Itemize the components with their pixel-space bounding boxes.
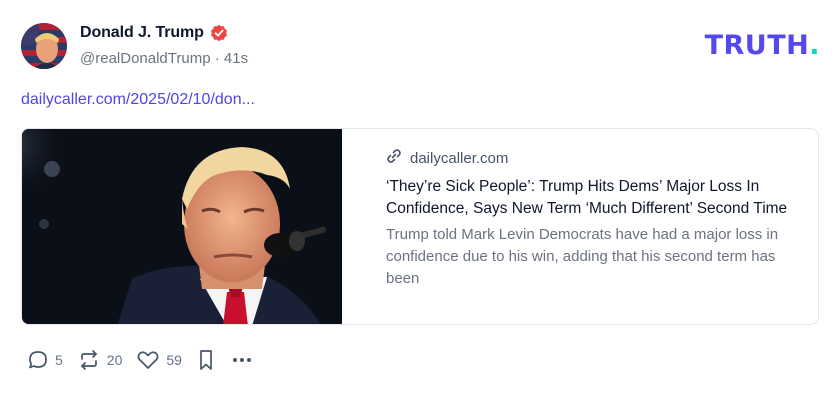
card-summary: Trump told Mark Levin Democrats have had…: [386, 226, 779, 287]
link-icon: [386, 148, 402, 168]
heart-icon: [136, 349, 160, 371]
author-name-text: Donald J. Trump: [80, 24, 204, 41]
avatar[interactable]: [21, 23, 67, 69]
like-count: 59: [166, 352, 182, 368]
meta-separator: ·: [214, 50, 220, 67]
like-button[interactable]: 59: [136, 349, 182, 371]
card-image: [22, 129, 342, 324]
author-name[interactable]: Donald J. Trump: [80, 24, 228, 42]
bookmark-icon: [196, 349, 216, 371]
truth-logo[interactable]: TRUTH.: [705, 30, 820, 61]
author-handle[interactable]: @realDonaldTrump: [80, 50, 211, 67]
retruth-count: 20: [106, 352, 123, 368]
logo-dot: .: [809, 30, 820, 61]
action-bar: 5 20 59: [27, 348, 268, 372]
reply-icon: [27, 349, 49, 371]
card-domain: dailycaller.com: [410, 149, 509, 167]
verified-badge-icon: [210, 24, 228, 42]
card-headline[interactable]: ‘They’re Sick People’: Trump Hits Dems’ …: [386, 176, 806, 220]
more-icon: [230, 349, 254, 371]
logo-text: TRUTH: [704, 30, 810, 61]
more-button[interactable]: [230, 349, 254, 371]
link-preview-card[interactable]: dailycaller.com ‘They’re Sick People’: T…: [21, 128, 819, 325]
reply-count: 5: [55, 352, 63, 368]
retruth-button[interactable]: 20: [77, 349, 123, 371]
post-time[interactable]: 41s: [224, 50, 248, 67]
reply-button[interactable]: 5: [27, 349, 63, 371]
bookmark-button[interactable]: [196, 349, 216, 371]
card-body: dailycaller.com ‘They’re Sick People’: T…: [386, 148, 806, 290]
avatar-image: [21, 23, 67, 69]
post-link[interactable]: dailycaller.com/2025/02/10/don...: [21, 91, 255, 109]
post-meta: @realDonaldTrump · 41s: [80, 50, 248, 67]
card-domain-row: dailycaller.com: [386, 148, 806, 168]
retruth-icon: [77, 349, 101, 371]
